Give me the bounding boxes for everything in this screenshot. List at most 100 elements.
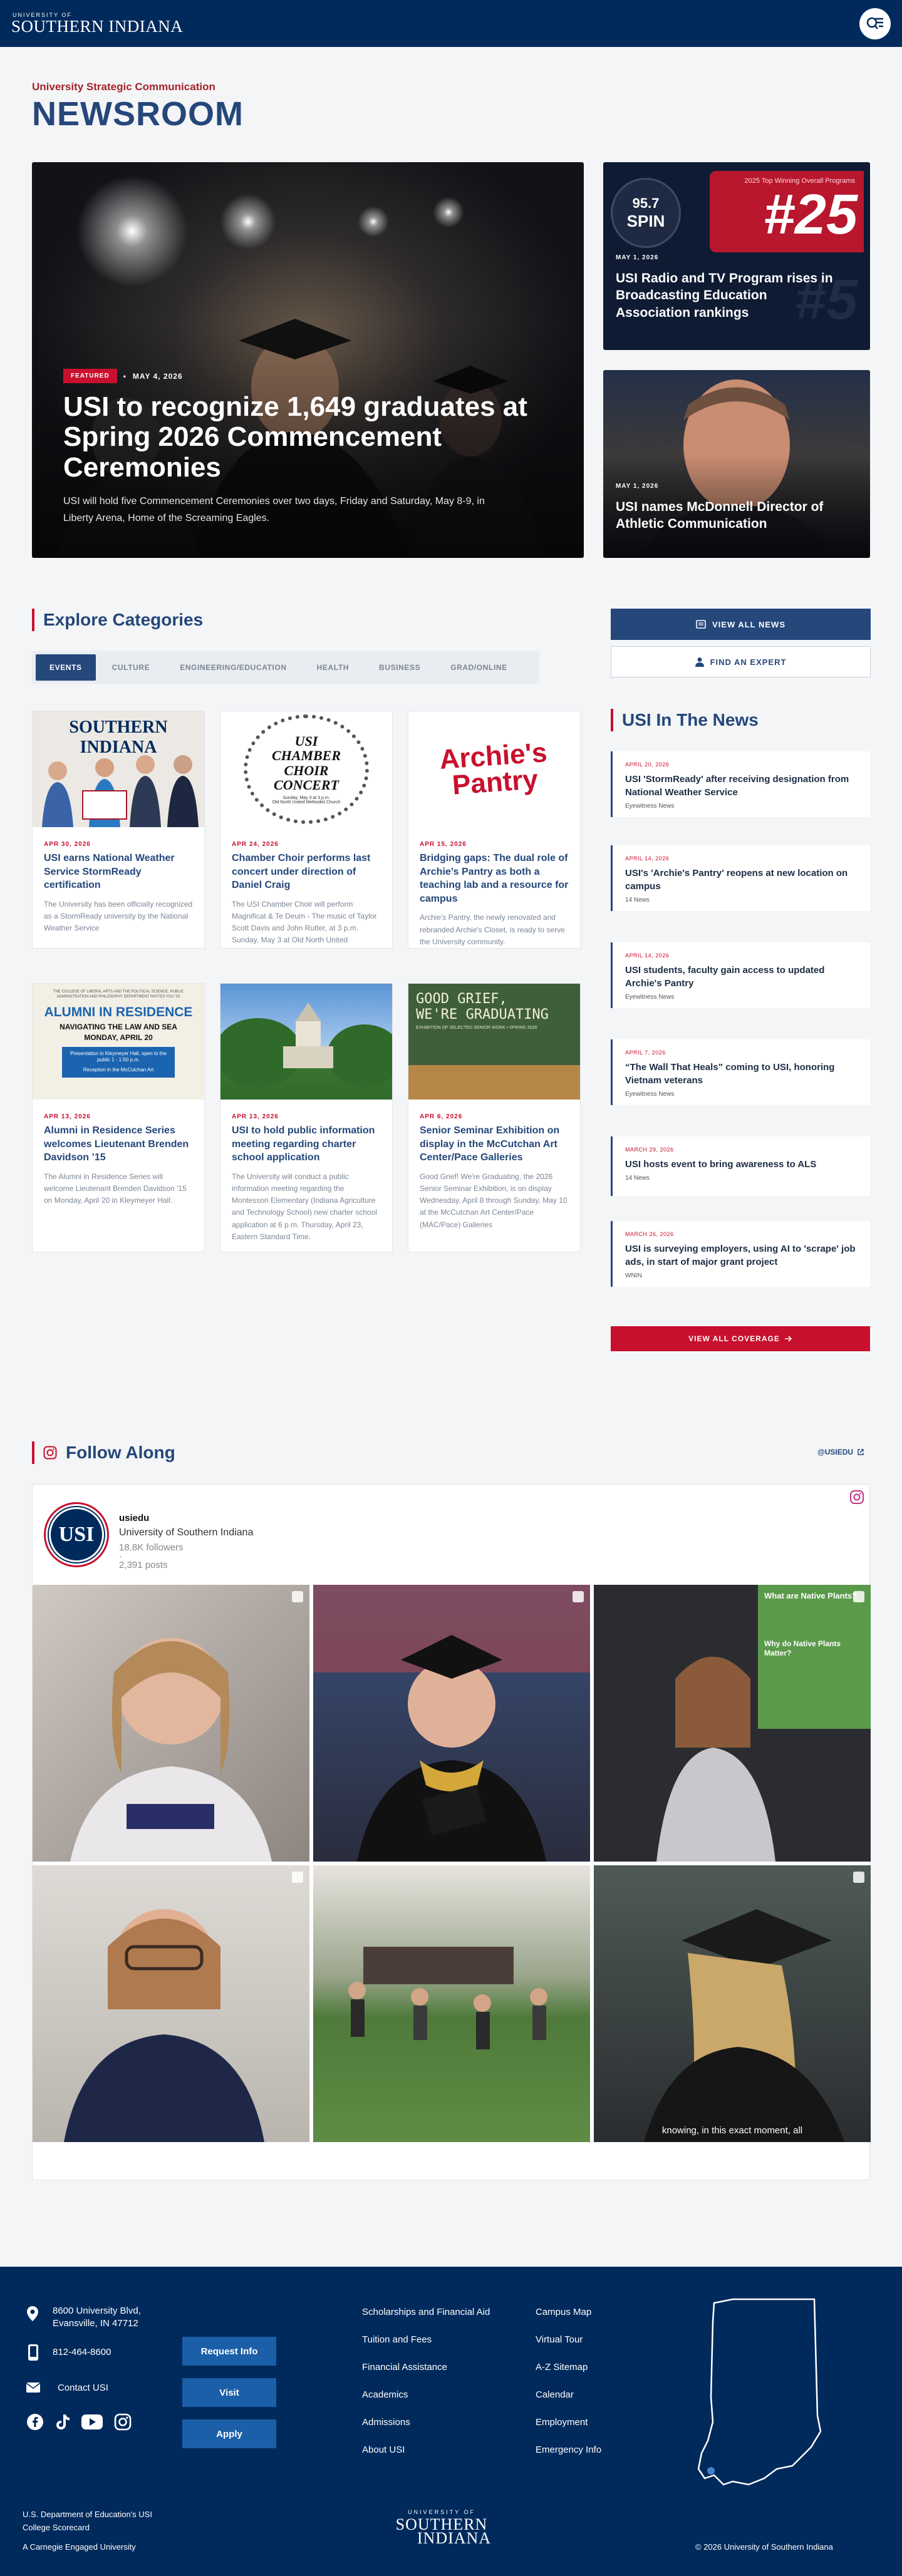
side-story-mcdonnell[interactable]: MAY 1, 2026 USI names McDonnell Director… bbox=[603, 370, 870, 558]
footer-link-admissions[interactable]: Admissions bbox=[362, 2417, 410, 2428]
spin-station: 95.7 bbox=[632, 195, 660, 211]
footer-link-virtual-tour[interactable]: Virtual Tour bbox=[536, 2334, 583, 2345]
news-coverage-item[interactable]: APRIL 14, 2026 USI's 'Archie's Pantry' r… bbox=[611, 845, 870, 911]
card-image: GOOD GRIEF, WE'RE GRADUATING EXHIBITION … bbox=[408, 984, 580, 1100]
news-coverage-item[interactable]: APRIL 14, 2026 USI students, faculty gai… bbox=[611, 942, 870, 1008]
coverage-title: USI is surveying employers, using AI to … bbox=[625, 1244, 856, 1267]
news-card[interactable]: USI CHAMBER CHOIR CONCERT Sunday, May 3 … bbox=[220, 711, 393, 949]
phone-link[interactable]: 812-464-8600 bbox=[53, 2347, 111, 2357]
instagram-post[interactable] bbox=[313, 1585, 590, 1862]
footer-link-emergency[interactable]: Emergency Info bbox=[536, 2445, 601, 2455]
apply-button[interactable]: Apply bbox=[182, 2419, 276, 2448]
news-card[interactable]: APR 13, 2026 USI to hold public informat… bbox=[220, 983, 393, 1252]
footer-link-about[interactable]: About USI bbox=[362, 2445, 405, 2455]
post-photo bbox=[348, 1947, 547, 2049]
carousel-icon bbox=[573, 1591, 584, 1602]
scorecard-link[interactable]: College Scorecard bbox=[23, 2522, 90, 2535]
footer-logo-small: UNIVERSITY OF bbox=[408, 2509, 475, 2515]
instagram-post[interactable] bbox=[313, 1865, 590, 2142]
side-story-radio-tv[interactable]: 95.7 SPIN 2025 Top Winning Overall Progr… bbox=[603, 162, 870, 350]
find-expert-button[interactable]: FIND AN EXPERT bbox=[611, 646, 871, 677]
external-link-icon bbox=[858, 1449, 864, 1455]
instagram-handle-link[interactable]: @USIEDU bbox=[817, 1448, 864, 1456]
contact-link[interactable]: Contact USI bbox=[58, 2383, 108, 2393]
footer-link-sitemap[interactable]: A-Z Sitemap bbox=[536, 2362, 588, 2372]
news-card[interactable]: Archie's Pantry APR 15, 2026 Bridging ga… bbox=[408, 711, 581, 949]
coverage-source: WNIN bbox=[625, 1272, 642, 1279]
news-coverage-item[interactable]: MARCH 26, 2026 USI is surveying employer… bbox=[611, 1221, 870, 1287]
news-card[interactable]: THE COLLEGE OF LIBERAL ARTS AND THE POLI… bbox=[32, 983, 205, 1252]
profile-avatar[interactable]: USI bbox=[44, 1502, 109, 1567]
card-image-sub2: Old North United Methodist Church bbox=[272, 800, 341, 805]
footer-link-academics[interactable]: Academics bbox=[362, 2389, 408, 2400]
card-title: Alumni in Residence Series welcomes Lieu… bbox=[44, 1125, 189, 1163]
coverage-date: MARCH 29, 2026 bbox=[625, 1146, 674, 1153]
footer-link-calendar[interactable]: Calendar bbox=[536, 2389, 574, 2400]
card-image-box-text2: Reception in the McCutchan Art bbox=[83, 1067, 154, 1073]
news-card[interactable]: SOUTHERN INDIANA APR 30, 2026 USI earns … bbox=[32, 711, 205, 949]
news-coverage-item[interactable]: APRIL 7, 2026 “The Wall That Heals” comi… bbox=[611, 1039, 870, 1105]
category-tabs: EVENTS CULTURE ENGINEERING/EDUCATION HEA… bbox=[32, 651, 539, 684]
tab-health[interactable]: HEALTH bbox=[303, 654, 363, 681]
explore-heading: Explore Categories bbox=[32, 609, 203, 631]
coverage-title: USI hosts event to bring awareness to AL… bbox=[625, 1159, 817, 1170]
menu-search-button[interactable] bbox=[859, 8, 891, 39]
card-date: APR 6, 2026 bbox=[420, 1113, 463, 1120]
side-story-date: MAY 1, 2026 bbox=[616, 254, 659, 261]
explore-heading-text: Explore Categories bbox=[43, 610, 204, 629]
usi-logo[interactable]: UNIVERSITY OF SOUTHERN INDIANA bbox=[11, 12, 184, 36]
footer-link-employment[interactable]: Employment bbox=[536, 2417, 588, 2428]
logo-big-text: SOUTHERN INDIANA bbox=[11, 16, 184, 36]
view-all-coverage-button[interactable]: VIEW ALL COVERAGE bbox=[611, 1326, 870, 1351]
page-eyebrow: University Strategic Communication bbox=[32, 81, 215, 93]
person-icon bbox=[695, 657, 704, 667]
card-title: USI earns National Weather Service Storm… bbox=[44, 853, 175, 891]
featured-story[interactable]: FEATURED • MAY 4, 2026 USI to recognize … bbox=[32, 162, 584, 558]
address-line1: 8600 University Blvd, bbox=[53, 2306, 141, 2316]
request-info-button[interactable]: Request Info bbox=[182, 2337, 276, 2366]
instagram-post[interactable]: What are Native Plants? Why do Native Pl… bbox=[594, 1585, 871, 1862]
coverage-date: APRIL 14, 2026 bbox=[625, 952, 670, 959]
card-image: SOUTHERN INDIANA bbox=[33, 711, 204, 827]
tab-grad-online[interactable]: GRAD/ONLINE bbox=[437, 654, 521, 681]
group-photo bbox=[42, 755, 199, 827]
instagram-feed: USI usiedu University of Southern Indian… bbox=[32, 1484, 871, 2180]
tiktok-icon[interactable] bbox=[55, 2413, 70, 2431]
side-story-date: MAY 1, 2026 bbox=[616, 483, 659, 490]
site-header: UNIVERSITY OF SOUTHERN INDIANA bbox=[0, 0, 902, 47]
tab-events[interactable]: EVENTS bbox=[36, 654, 96, 681]
card-image-box: Presentation in Kleymeyer Hall, open to … bbox=[62, 1046, 175, 1078]
coverage-date: APRIL 14, 2026 bbox=[625, 855, 670, 862]
instagram-icon[interactable] bbox=[114, 2413, 132, 2431]
coverage-date: APRIL 20, 2026 bbox=[625, 761, 670, 768]
instagram-post[interactable]: knowing, in this exact moment, all bbox=[594, 1865, 871, 2142]
facebook-icon[interactable] bbox=[26, 2413, 44, 2431]
instagram-icon[interactable] bbox=[849, 1490, 864, 1505]
instagram-post[interactable] bbox=[33, 1865, 309, 2142]
reel-icon bbox=[292, 1591, 303, 1602]
tab-business[interactable]: BUSINESS bbox=[365, 654, 434, 681]
tab-engineering-education[interactable]: ENGINEERING/EDUCATION bbox=[166, 654, 300, 681]
site-footer: 8600 University Blvd, Evansville, IN 477… bbox=[0, 2267, 902, 2576]
news-coverage-item[interactable]: APRIL 20, 2026 USI 'StormReady' after re… bbox=[611, 751, 870, 817]
follow-heading-text: Follow Along bbox=[66, 1443, 175, 1462]
card-description: The University will conduct a public inf… bbox=[232, 1172, 377, 1241]
post-photo bbox=[70, 1638, 272, 1862]
footer-logo[interactable]: UNIVERSITY OF SOUTHERN INDIANA bbox=[370, 2510, 514, 2547]
news-card[interactable]: GOOD GRIEF, WE'RE GRADUATING EXHIBITION … bbox=[408, 983, 581, 1252]
profile-handle[interactable]: usiedu bbox=[119, 1513, 149, 1523]
newspaper-icon bbox=[696, 620, 706, 629]
visit-button[interactable]: Visit bbox=[182, 2378, 276, 2407]
footer-link-campus-map[interactable]: Campus Map bbox=[536, 2307, 591, 2317]
tab-culture[interactable]: CULTURE bbox=[98, 654, 164, 681]
footer-link-tuition[interactable]: Tuition and Fees bbox=[362, 2334, 432, 2345]
news-coverage-item[interactable]: MARCH 29, 2026 USI hosts event to bring … bbox=[611, 1136, 870, 1196]
card-image-top: THE COLLEGE OF LIBERAL ARTS AND THE POLI… bbox=[53, 990, 184, 999]
instagram-post[interactable] bbox=[33, 1585, 309, 1862]
banner-rank: #25 bbox=[763, 183, 858, 246]
view-all-news-button[interactable]: VIEW ALL NEWS bbox=[611, 609, 871, 640]
coverage-source: 14 News bbox=[625, 1175, 650, 1182]
footer-link-financial-assistance[interactable]: Financial Assistance bbox=[362, 2362, 447, 2372]
footer-link-scholarships[interactable]: Scholarships and Financial Aid bbox=[362, 2307, 490, 2317]
youtube-icon[interactable] bbox=[81, 2414, 103, 2429]
